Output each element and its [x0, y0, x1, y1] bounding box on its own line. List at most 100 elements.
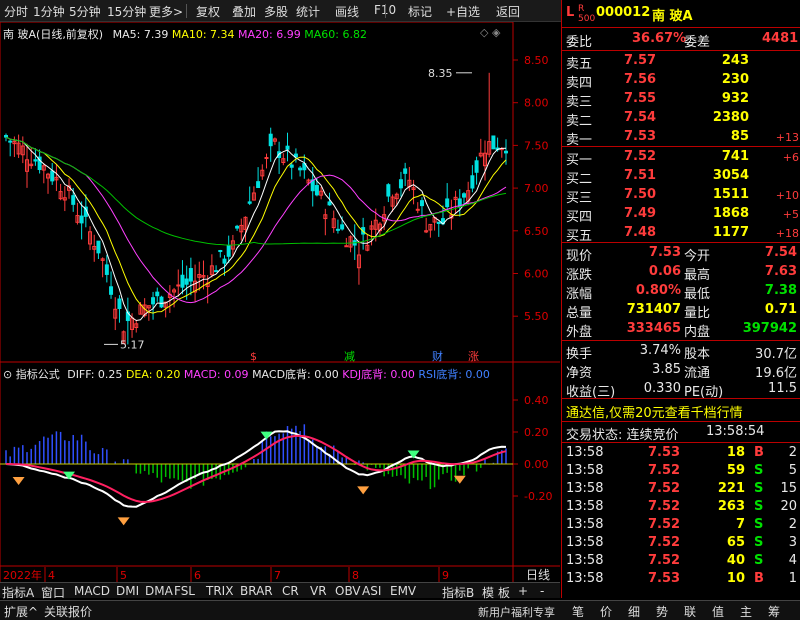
candle-body	[214, 270, 219, 273]
chart-controls-icon[interactable]: ◇ ◈	[480, 26, 500, 39]
event-mark[interactable]: 涨	[468, 350, 479, 363]
expand-button[interactable]: 扩展^	[4, 603, 38, 620]
price-tick: 5.50	[524, 310, 549, 323]
detail-tab-3[interactable]: 势	[656, 603, 668, 620]
stat-row: 涨跌 0.06 最高 7.63	[562, 263, 800, 283]
indicator-tab-15[interactable]: 板	[498, 584, 510, 601]
detail-tab-5[interactable]: 值	[712, 603, 724, 620]
indicator-name[interactable]: 指标公式	[16, 368, 60, 381]
indicator-tab-8[interactable]: CR	[282, 584, 299, 598]
candle-body	[403, 168, 408, 174]
book-row[interactable]: 买二 7.51 3054	[562, 167, 800, 187]
detail-tab-1[interactable]: 价	[600, 603, 612, 620]
detail-tab-0[interactable]: 笔	[572, 603, 584, 620]
indicator-tab-7[interactable]: BRAR	[240, 584, 273, 598]
weibi-row: 委比 36.67% 委差 4481	[562, 30, 800, 50]
quote-panel: L R 500 000012 南 玻A 委比 36.67% 委差 4481 卖五 7…	[561, 0, 800, 598]
detail-tab-4[interactable]: 联	[684, 603, 696, 620]
ad-text[interactable]: 通达信,仅需20元查看千档行情	[566, 402, 743, 421]
indicator-tab-1[interactable]: 窗口	[41, 584, 65, 601]
toolbar-item-13[interactable]: 返回	[496, 3, 520, 20]
indicator-tab-12[interactable]: EMV	[390, 584, 416, 598]
toolbar-item-8[interactable]: 统计	[296, 3, 320, 20]
indicator-tab-13[interactable]: 指标B	[442, 584, 474, 601]
indicator-tab-0[interactable]: 指标A	[2, 584, 34, 601]
toolbar-item-0[interactable]: 分时	[4, 3, 28, 20]
event-mark[interactable]: 减	[344, 350, 355, 363]
indicator-tab-14[interactable]: 模	[482, 584, 494, 601]
book-row[interactable]: 卖五 7.57 243	[562, 52, 800, 72]
book-price: 7.57	[624, 53, 657, 68]
stat-value: 0.06	[648, 264, 681, 279]
tick-price: 7.53	[648, 445, 681, 460]
weicha-value: 4481	[762, 31, 799, 46]
indicator-tab-9[interactable]: VR	[310, 584, 327, 598]
indicator-tab-3[interactable]: DMI	[116, 584, 139, 598]
event-mark[interactable]: 财	[432, 349, 443, 363]
promo-link[interactable]: 新用户福利专享	[478, 604, 555, 620]
tick-volume: 59	[726, 463, 745, 478]
indicator-tab-2[interactable]: MACD	[74, 584, 110, 598]
toolbar-item-2[interactable]: 5分钟	[69, 3, 101, 20]
candle-body	[50, 170, 55, 182]
detail-tab-2[interactable]: 细	[628, 603, 640, 620]
indicator-tab-11[interactable]: ASI	[362, 584, 381, 598]
candle-body	[155, 291, 160, 297]
fund-row: 净资 3.85 流通 19.6亿	[562, 361, 800, 381]
ma5-line	[5, 136, 507, 322]
toolbar-item-1[interactable]: 1分钟	[33, 3, 65, 20]
tick-volume: 10	[726, 571, 745, 586]
book-change: +6	[782, 151, 799, 164]
toolbar-item-4[interactable]: 更多>	[149, 3, 183, 20]
indicator-title-bar: ⊙ 指标公式 DIFF: 0.25 DEA: 0.20 MACD: 0.09 M…	[3, 366, 490, 382]
collapse-icon[interactable]: ⊙	[3, 368, 12, 381]
event-mark[interactable]: $	[250, 350, 257, 363]
book-row[interactable]: 卖二 7.54 2380	[562, 109, 800, 129]
kline-chart-svg[interactable]: 8.50 8.00 7.50 7.00 6.50 6.00 5.50 0.40 0.20 0.00…	[0, 22, 560, 598]
book-volume: 230	[721, 72, 749, 87]
candle-body	[109, 286, 114, 295]
tick-time: 13:58	[566, 499, 604, 514]
candle-body	[419, 200, 424, 207]
chart-area[interactable]: 8.50 8.00 7.50 7.00 6.50 6.00 5.50 0.40 0.20 0.00…	[0, 22, 560, 598]
buy-signal-icon	[357, 486, 370, 495]
book-row[interactable]: 卖三 7.55 932	[562, 90, 800, 110]
stat-label: 量比	[684, 306, 711, 321]
toolbar-item-9[interactable]: 画线	[335, 3, 359, 20]
ad-banner[interactable]: 通达信,仅需20元查看千档行情	[562, 401, 800, 421]
book-row[interactable]: 买一 7.52 741 +6	[562, 148, 800, 168]
tick-row: 13:58 7.52 65 S 3	[562, 534, 800, 553]
book-volume: 1511	[712, 187, 749, 202]
toolbar-item-12[interactable]: +自选	[446, 3, 480, 20]
toolbar-item-5[interactable]: 复权	[196, 3, 220, 20]
stat-value: 7.63	[764, 264, 797, 279]
toolbar-item-11[interactable]: 标记	[408, 3, 432, 20]
tick-volume: 7	[735, 517, 745, 532]
book-row[interactable]: 买四 7.49 1868 +5	[562, 205, 800, 225]
period-label[interactable]: 日线	[526, 568, 550, 582]
candle-body	[184, 278, 189, 285]
dea-label: DEA: 0.20	[125, 368, 181, 381]
toolbar-item-7[interactable]: 多股	[264, 3, 288, 20]
indicator-tab-16[interactable]: +	[518, 584, 528, 598]
toolbar-item-6[interactable]: 叠加	[232, 3, 256, 20]
book-price: 7.50	[624, 187, 657, 202]
book-row[interactable]: 卖一 7.53 85 +13	[562, 128, 800, 148]
low-annotation: 5.17	[120, 338, 145, 351]
book-row[interactable]: 卖四 7.56 230	[562, 71, 800, 91]
stat-label: 总量	[566, 306, 593, 321]
indicator-tab-17[interactable]: -	[540, 584, 544, 598]
indicator-tab-5[interactable]: FSL	[174, 584, 195, 598]
related-quote-button[interactable]: 关联报价	[44, 603, 92, 620]
indicator-tab-4[interactable]: DMA	[145, 584, 173, 598]
book-row[interactable]: 买五 7.48 1177 +18	[562, 224, 800, 244]
candle-body	[340, 224, 345, 230]
indicator-tab-10[interactable]: OBV	[335, 584, 361, 598]
detail-tab-7[interactable]: 筹	[768, 603, 780, 620]
toolbar-item-3[interactable]: 15分钟	[107, 3, 146, 20]
indicator-tab-6[interactable]: TRIX	[206, 584, 233, 598]
stat-row: 涨幅 0.80% 最低 7.38	[562, 282, 800, 302]
book-row[interactable]: 买三 7.50 1511 +10	[562, 186, 800, 206]
detail-tab-6[interactable]: 主	[740, 603, 752, 620]
stat-value: 7.54	[764, 245, 797, 260]
